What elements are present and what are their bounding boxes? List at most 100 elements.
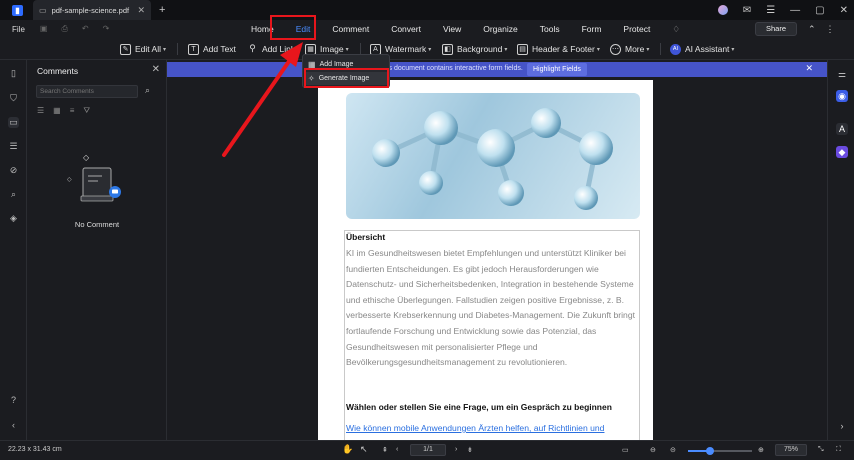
attachment-icon[interactable]: ⊘ bbox=[8, 165, 19, 176]
collapse-left-icon[interactable]: ‹ bbox=[8, 420, 19, 431]
search-icon[interactable]: ⌕ bbox=[8, 189, 19, 200]
page-layout-icon[interactable]: ▭ bbox=[622, 446, 629, 454]
chevron-down-icon: ▾ bbox=[596, 46, 600, 53]
menu-bar: File ▣ ⎙ ↶ ↷ Home Edit Comment Convert V… bbox=[0, 20, 854, 38]
search-comments-input[interactable] bbox=[36, 85, 138, 98]
add-link-button[interactable]: ⚲ Add Link bbox=[247, 41, 295, 57]
print-icon[interactable]: ⎙ bbox=[61, 24, 67, 34]
pdf-page[interactable]: Übersicht KI im Gesundheitswesen bietet … bbox=[318, 80, 653, 440]
header-footer-button[interactable]: ▤ Header & Footer ▾ bbox=[517, 41, 600, 57]
lightbulb-icon[interactable]: ♢ bbox=[661, 20, 691, 38]
grid-icon[interactable]: ▦ bbox=[53, 106, 61, 116]
right-rail: ⚌ ◉ A ◆ › bbox=[827, 60, 854, 440]
toolbar-divider bbox=[660, 43, 661, 55]
body-paragraph[interactable]: KI im Gesundheitswesen bietet Empfehlung… bbox=[346, 246, 640, 371]
collapse-right-icon[interactable]: › bbox=[836, 420, 848, 432]
chevron-down-icon: ▾ bbox=[163, 46, 167, 53]
help-icon[interactable]: ? bbox=[8, 395, 19, 406]
add-text-label: Add Text bbox=[203, 44, 236, 54]
file-menu[interactable]: File bbox=[12, 25, 25, 34]
document-link[interactable]: Wie können mobile Anwendungen Ärzten hel… bbox=[346, 423, 604, 433]
document-tab-title: pdf-sample-science.pdf bbox=[51, 5, 130, 15]
tab-close-icon[interactable]: ✕ bbox=[137, 5, 145, 16]
new-tab-button[interactable]: + bbox=[159, 4, 165, 16]
next-page-icon[interactable]: › bbox=[455, 446, 457, 453]
zoom-out-minus-icon[interactable]: ⊝ bbox=[670, 446, 676, 454]
watermark-icon: A bbox=[370, 43, 381, 55]
zoom-out-icon[interactable]: ⊖ bbox=[650, 446, 656, 454]
first-page-icon[interactable]: ⇞ bbox=[382, 446, 388, 454]
menu-convert[interactable]: Convert bbox=[380, 20, 432, 38]
menu-icon[interactable]: ☰ bbox=[766, 5, 775, 16]
properties-icon[interactable]: ⚌ bbox=[836, 68, 848, 80]
undo-icon[interactable]: ↶ bbox=[82, 24, 89, 34]
no-comment-label: No Comment bbox=[74, 220, 120, 229]
more-menu-icon[interactable]: ⋮ bbox=[826, 24, 835, 35]
protect-icon[interactable]: ◆ bbox=[836, 146, 848, 158]
hand-tool-icon[interactable]: ✋ bbox=[342, 444, 353, 455]
hero-image[interactable] bbox=[346, 93, 640, 219]
save-icon[interactable]: ▣ bbox=[40, 24, 48, 34]
zoom-slider-handle[interactable] bbox=[706, 447, 715, 455]
menu-tools[interactable]: Tools bbox=[529, 20, 571, 38]
zoom-slider[interactable] bbox=[688, 447, 752, 455]
search-icon[interactable]: ⌕ bbox=[145, 85, 150, 96]
add-text-button[interactable]: T Add Text bbox=[188, 41, 236, 57]
banner-close-icon[interactable]: ✕ bbox=[805, 63, 813, 74]
close-window-icon[interactable]: ✕ bbox=[840, 5, 848, 16]
filter-icon[interactable]: ⛛ bbox=[83, 106, 90, 116]
last-page-icon[interactable]: ⇟ bbox=[467, 446, 473, 454]
menu-view[interactable]: View bbox=[432, 20, 472, 38]
menu-organize[interactable]: Organize bbox=[472, 20, 529, 38]
close-icon[interactable]: ✕ bbox=[152, 64, 160, 75]
redo-icon[interactable]: ↷ bbox=[103, 24, 110, 34]
page-number-field[interactable]: 1/1 bbox=[410, 444, 446, 456]
expand-icon[interactable]: ⌃ bbox=[808, 24, 816, 35]
more-button[interactable]: ⋯ More ▾ bbox=[610, 41, 649, 57]
avatar[interactable] bbox=[717, 5, 728, 15]
header-footer-icon: ▤ bbox=[517, 43, 528, 55]
maximize-icon[interactable]: ▢ bbox=[815, 5, 824, 16]
ai-chat-icon[interactable]: ◉ bbox=[836, 90, 848, 102]
edit-toolbar: ✎ Edit All ▾ T Add Text ⚲ Add Link ▦ Imag… bbox=[0, 38, 854, 60]
sort-icon[interactable]: ☰ bbox=[37, 106, 44, 116]
layers-icon[interactable]: ☰ bbox=[8, 141, 19, 152]
zoom-in-icon[interactable]: ⊕ bbox=[758, 446, 764, 454]
list-icon[interactable]: ≡ bbox=[70, 106, 75, 116]
minimize-icon[interactable]: — bbox=[790, 5, 800, 16]
window-controls: ✉ ☰ — ▢ ✕ bbox=[717, 0, 848, 20]
chevron-down-icon: ▾ bbox=[646, 46, 650, 53]
comment-icon[interactable]: ▭ bbox=[8, 117, 19, 128]
title-bar: ▮ ▭ pdf-sample-science.pdf ✕ + ✉ ☰ — ▢ ✕ bbox=[0, 0, 854, 20]
app-logo-icon[interactable]: ▮ bbox=[12, 4, 23, 16]
quick-access: ▣ ⎙ ↶ ↷ bbox=[40, 24, 109, 34]
zoom-level-select[interactable]: 75% bbox=[775, 444, 807, 456]
document-tab[interactable]: ▭ pdf-sample-science.pdf ✕ bbox=[33, 0, 151, 20]
add-image-label: Add Image bbox=[319, 61, 354, 68]
document-tab-icon: ▭ bbox=[39, 5, 47, 15]
highlight-fields-button[interactable]: Highlight Fields bbox=[527, 63, 587, 76]
comments-toolbar: ☰ ▦ ≡ ⛛ bbox=[37, 106, 90, 116]
document-viewport: is document contains interactive form fi… bbox=[167, 60, 827, 440]
menu-protect[interactable]: Protect bbox=[612, 20, 661, 38]
thumbnails-icon[interactable]: ▯ bbox=[8, 68, 19, 79]
section-title: Übersicht bbox=[346, 232, 386, 242]
menu-form[interactable]: Form bbox=[571, 20, 613, 38]
fit-page-icon[interactable]: ⤡ bbox=[818, 446, 824, 454]
comments-title: Comments bbox=[37, 66, 79, 76]
fullscreen-icon[interactable]: ⛶ bbox=[836, 446, 841, 454]
prev-page-icon[interactable]: ‹ bbox=[396, 446, 398, 453]
edit-all-button[interactable]: ✎ Edit All ▾ bbox=[120, 41, 166, 57]
bookmark-icon[interactable]: ⛉ bbox=[8, 93, 19, 104]
image-label: Image bbox=[320, 44, 344, 54]
mail-icon[interactable]: ✉ bbox=[743, 5, 751, 16]
ai-assistant-button[interactable]: AI AI Assistant ▾ bbox=[670, 41, 734, 57]
generate-image-highlight bbox=[304, 68, 389, 88]
select-tool-icon[interactable]: ↖ bbox=[360, 444, 368, 455]
menu-comment[interactable]: Comment bbox=[321, 20, 380, 38]
stack-icon[interactable]: ◈ bbox=[8, 213, 19, 224]
background-button[interactable]: ◧ Background ▾ bbox=[442, 41, 507, 57]
translate-icon[interactable]: A bbox=[836, 123, 848, 135]
share-button[interactable]: Share bbox=[755, 22, 797, 36]
chevron-down-icon: ▾ bbox=[428, 46, 432, 53]
